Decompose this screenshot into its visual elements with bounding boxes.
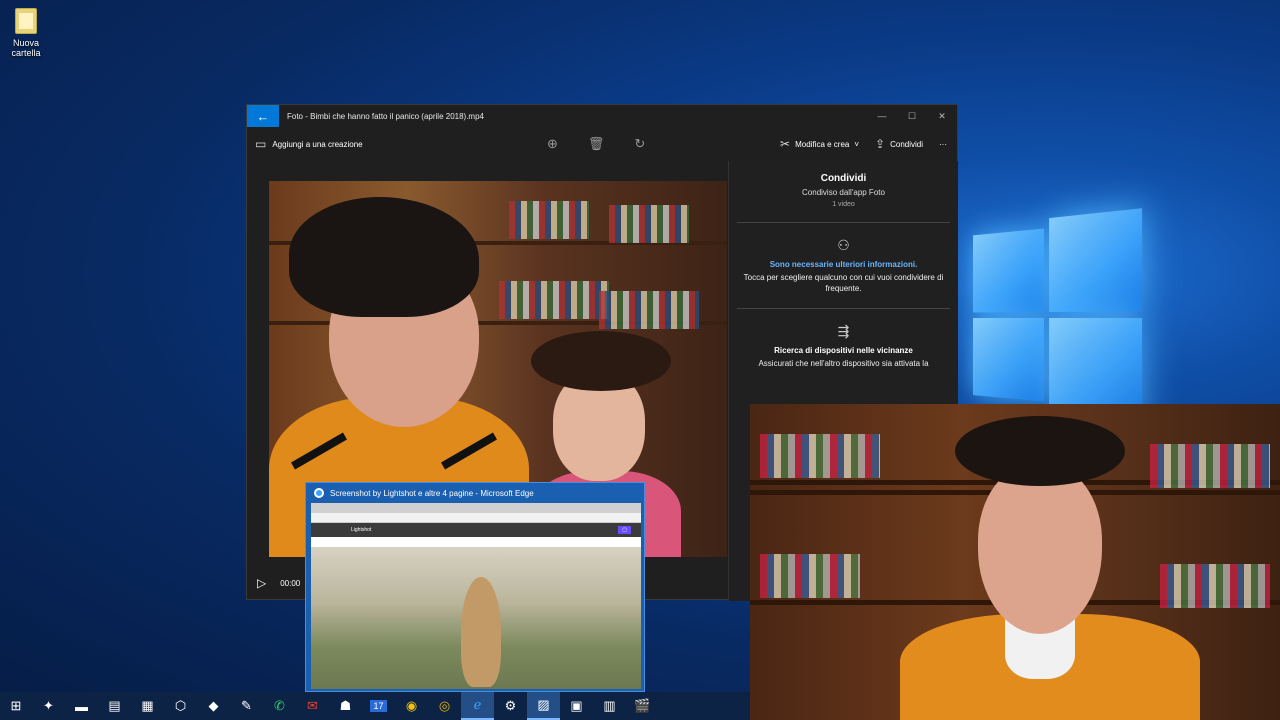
page-photo — [311, 547, 641, 689]
taskbar-app[interactable]: ✉ — [296, 692, 329, 720]
taskbar-app[interactable]: ▤ — [98, 692, 131, 720]
info-text: Tocca per scegliere qualcuno con cui vuo… — [743, 273, 944, 293]
settings-icon: ⚙ — [504, 698, 517, 713]
taskbar-app-photos[interactable]: ▨ — [527, 692, 560, 720]
title-bar: ← Foto - Bimbi che hanno fatto il panico… — [247, 105, 957, 127]
divider — [737, 222, 950, 223]
3d-box-icon: ◆ — [208, 698, 219, 713]
photos-icon: ▨ — [537, 697, 550, 712]
app-shield-icon: ✦ — [43, 698, 54, 713]
close-button[interactable]: ✕ — [927, 111, 957, 122]
taskbar: ⊞ ✦ ▬ ▤ ▦ ⬡ ◆ ✎ ✆ ✉ ☗ 17 ◉ ◎ ℯ ⚙ ▨ ▣ ▥ 🎬 — [0, 692, 750, 720]
people-icon: ⚇ — [837, 237, 850, 253]
nearby-title: Ricerca di dispositivi nelle vicinanze — [774, 346, 913, 355]
taskbar-app[interactable]: ◎ — [428, 692, 461, 720]
share-title: Condividi — [820, 173, 867, 184]
edge-icon — [314, 488, 324, 498]
nearby-text: Assicurati che nell'altro dispositivo si… — [758, 359, 929, 368]
edge-preview-title: Screenshot by Lightshot e altre 4 pagine… — [330, 488, 534, 498]
divider — [737, 308, 950, 309]
taskbar-app[interactable]: ☗ — [329, 692, 362, 720]
info-link: Sono necessarie ulteriori informazioni. — [769, 260, 918, 269]
maximize-button[interactable]: ☐ — [897, 111, 927, 122]
more-options-button[interactable]: ··· — [939, 140, 947, 149]
chevron-down-icon: ˅ — [854, 139, 860, 149]
share-subtitle: Condiviso dall'app Foto — [802, 188, 885, 197]
nearby-sharing-section[interactable]: ⇶ Ricerca di dispositivi nelle vicinanze… — [729, 323, 958, 369]
add-to-creation-label: Aggiungi a una creazione — [272, 139, 363, 149]
folder-icon — [15, 8, 37, 34]
edit-create-label: Modifica e crea — [795, 139, 850, 149]
share-label: Condividi — [890, 139, 923, 149]
remote-desktop-icon: ▦ — [141, 698, 154, 713]
contacts-info-section[interactable]: ⚇ Sono necessarie ulteriori informazioni… — [729, 237, 958, 294]
edit-icon: ✂ — [780, 137, 791, 151]
robot-icon: ☗ — [339, 698, 352, 713]
whatsapp-icon: ✆ — [274, 698, 285, 713]
slideshow-icon: ▭ — [255, 137, 267, 151]
terminal-icon: ▬ — [75, 698, 88, 714]
calendar-icon: 17 — [370, 700, 387, 712]
edit-create-button[interactable]: ✂ Modifica e crea ˅ — [780, 137, 859, 151]
site-logo: Lightshot — [351, 527, 372, 533]
windows-start-icon: ⊞ — [10, 698, 22, 713]
gmail-icon: ✉ — [307, 698, 318, 713]
notepad-plus-icon: ✎ — [241, 698, 252, 713]
virtualbox-icon: ⬡ — [174, 698, 187, 713]
chrome-icon: ◎ — [438, 698, 451, 713]
desktop-folder-label: Nuova cartella — [11, 38, 41, 58]
window-title: Foto - Bimbi che hanno fatto il panico (… — [287, 111, 484, 121]
photos-toolbar: ▭ Aggiungi a una creazione ⊕ 🗑 ↻ ✂ Modif… — [247, 127, 957, 161]
window-app-icon: ▣ — [570, 698, 583, 713]
share-icon: ⇪ — [875, 137, 886, 151]
taskbar-app[interactable]: ◉ — [395, 692, 428, 720]
rotate-icon[interactable]: ↻ — [634, 136, 645, 152]
taskbar-app[interactable]: 🎬 — [626, 692, 659, 720]
taskbar-app[interactable]: ▥ — [593, 692, 626, 720]
minimize-button[interactable]: — — [867, 111, 897, 122]
taskbar-app[interactable]: ✎ — [230, 692, 263, 720]
back-button[interactable]: ← — [247, 105, 279, 127]
taskbar-app[interactable]: ✦ — [32, 692, 65, 720]
edge-thumbnail-preview[interactable]: Screenshot by Lightshot e altre 4 pagine… — [305, 482, 645, 692]
taskbar-app[interactable]: ▦ — [131, 692, 164, 720]
back-arrow-icon: ← — [256, 108, 270, 124]
taskbar-app-edge[interactable]: ℯ — [461, 692, 494, 720]
share-count: 1 video — [832, 201, 855, 208]
explorer-icon: ▤ — [108, 698, 121, 713]
media-icon: ▥ — [603, 698, 616, 713]
keep-icon: ◉ — [405, 698, 418, 713]
play-icon[interactable]: ▷ — [257, 576, 266, 590]
taskbar-app[interactable]: ▣ — [560, 692, 593, 720]
taskbar-app[interactable]: ◆ — [197, 692, 230, 720]
add-to-creation-button[interactable]: ▭ Aggiungi a una creazione — [255, 137, 363, 151]
taskbar-app[interactable]: ✆ — [263, 692, 296, 720]
webcam-overlay — [750, 404, 1280, 720]
start-button[interactable]: ⊞ — [0, 692, 32, 720]
edge-icon: ℯ — [473, 697, 482, 712]
clapperboard-icon: 🎬 — [634, 698, 651, 713]
taskbar-app[interactable]: ⚙ — [494, 692, 527, 720]
zoom-icon[interactable]: ⊕ — [547, 136, 558, 152]
taskbar-app[interactable]: 17 — [362, 692, 395, 720]
taskbar-app[interactable]: ▬ — [65, 692, 98, 720]
time-display: 00:00 — [280, 578, 301, 588]
share-button[interactable]: ⇪ Condividi — [875, 137, 923, 151]
site-button: ▢ — [618, 526, 631, 534]
windows-logo-wallpaper — [972, 208, 1143, 422]
delete-icon[interactable]: 🗑 — [588, 136, 605, 152]
desktop-folder-icon[interactable]: Nuova cartella — [6, 8, 46, 58]
taskbar-app[interactable]: ⬡ — [164, 692, 197, 720]
nearby-share-icon: ⇶ — [837, 323, 850, 339]
edge-page-thumbnail: Lightshot ▢ — [311, 503, 641, 689]
